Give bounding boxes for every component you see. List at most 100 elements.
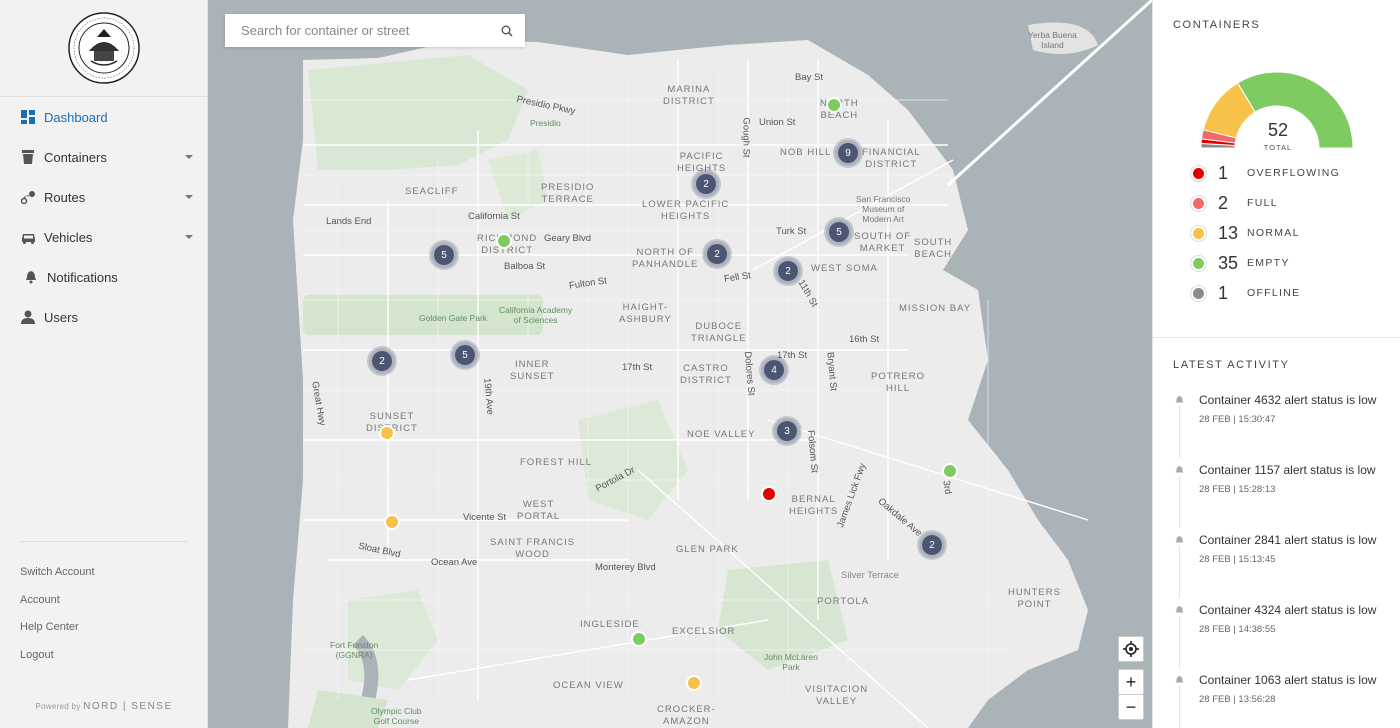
district-label: CROCKER- AMAZON xyxy=(657,704,716,727)
nav-containers[interactable]: Containers xyxy=(0,137,207,177)
container-marker-normal[interactable] xyxy=(686,675,702,691)
nav-label-dashboard: Dashboard xyxy=(44,109,108,125)
legend-overflowing[interactable]: 1 OVERFLOWING xyxy=(1191,158,1340,188)
legend-empty[interactable]: 35 EMPTY xyxy=(1191,248,1340,278)
chevron-down-icon[interactable] xyxy=(185,195,193,199)
right-panel: CONTAINERS 52 TOTAL 1 OVERFLOWING 2 FULL… xyxy=(1152,0,1400,728)
account-link[interactable]: Account xyxy=(20,590,95,618)
search-input[interactable] xyxy=(225,23,485,38)
legend-label: OFFLINE xyxy=(1247,287,1301,299)
minus-icon: − xyxy=(1125,696,1137,717)
logout-link[interactable]: Logout xyxy=(20,645,95,673)
chevron-down-icon[interactable] xyxy=(185,235,193,239)
activity-item[interactable]: Container 4632 alert status is low 28 FE… xyxy=(1173,392,1388,462)
activity-item[interactable]: Container 4324 alert status is low 28 FE… xyxy=(1173,602,1388,672)
activity-item[interactable]: Container 1157 alert status is low 28 FE… xyxy=(1173,462,1388,532)
container-cluster-marker[interactable]: 2 xyxy=(369,348,395,374)
container-marker-empty[interactable] xyxy=(942,463,958,479)
street-label: California St xyxy=(468,211,520,222)
map-search-box xyxy=(225,14,525,47)
locate-me-button[interactable] xyxy=(1118,636,1144,662)
legend-count: 1 xyxy=(1218,282,1229,303)
district-label: FINANCIAL DISTRICT xyxy=(862,147,921,170)
container-cluster-marker[interactable]: 4 xyxy=(761,357,787,383)
street-label: Lands End xyxy=(326,216,372,227)
containers-title: CONTAINERS xyxy=(1173,19,1261,31)
container-marker-overflowing[interactable] xyxy=(761,486,777,502)
total-label: TOTAL xyxy=(1263,143,1293,152)
zoom-out-button[interactable]: − xyxy=(1118,694,1144,720)
legend-normal[interactable]: 13 NORMAL xyxy=(1191,218,1340,248)
alert-bell-icon xyxy=(1175,466,1184,473)
user-icon xyxy=(20,309,36,325)
alert-bell-icon xyxy=(1175,676,1184,683)
timeline-line xyxy=(1179,686,1180,728)
legend-full[interactable]: 2 FULL xyxy=(1191,188,1340,218)
timeline-line xyxy=(1179,546,1180,598)
street-label: Silver Terrace xyxy=(841,570,899,581)
status-dot xyxy=(1191,285,1206,301)
container-cluster-marker[interactable]: 2 xyxy=(919,532,945,558)
district-label: MISSION BAY xyxy=(899,303,972,314)
map-view[interactable]: MARINADISTRICT NORTHBEACH NOB HILL FINAN… xyxy=(208,0,1152,728)
activity-time: 28 FEB | 15:28:13 xyxy=(1199,484,1276,495)
district-label: DUBOCE TRIANGLE xyxy=(691,321,747,344)
activity-item[interactable]: Container 1063 alert status is low 28 FE… xyxy=(1173,672,1388,728)
container-cluster-marker[interactable]: 9 xyxy=(835,140,861,166)
container-cluster-marker[interactable]: 5 xyxy=(431,242,457,268)
park-label: Olympic Club Golf Course xyxy=(371,706,422,726)
container-marker-empty[interactable] xyxy=(631,631,647,647)
container-cluster-marker[interactable]: 5 xyxy=(826,219,852,245)
timeline-line xyxy=(1179,616,1180,668)
container-marker-empty[interactable] xyxy=(496,233,512,249)
status-dot xyxy=(1191,225,1206,241)
zoom-in-button[interactable]: + xyxy=(1118,669,1144,695)
nav-label-users: Users xyxy=(44,309,78,325)
container-cluster-marker[interactable]: 3 xyxy=(774,418,800,444)
crosshair-icon xyxy=(1123,641,1139,657)
district-label: PORTOLA xyxy=(817,596,870,607)
park-label: Golden Gate Park xyxy=(419,313,488,323)
search-icon[interactable] xyxy=(501,24,513,42)
district-label: NOE VALLEY xyxy=(687,429,756,440)
help-center-link[interactable]: Help Center xyxy=(20,617,95,645)
container-cluster-marker[interactable]: 2 xyxy=(693,171,719,197)
district-label: SOUTH OF MARKET xyxy=(854,231,912,254)
district-label: GLEN PARK xyxy=(676,544,739,555)
alert-bell-icon xyxy=(1175,536,1184,543)
district-label: NOB HILL xyxy=(780,147,832,158)
nav-notifications[interactable]: Notifications xyxy=(0,257,207,297)
container-icon xyxy=(20,149,36,165)
district-label: NORTH OF PANHANDLE xyxy=(632,247,699,270)
legend-count: 35 xyxy=(1218,252,1239,273)
route-icon xyxy=(20,189,36,205)
logo-area xyxy=(0,0,207,97)
container-cluster-marker[interactable]: 5 xyxy=(452,342,478,368)
activity-list: Container 4632 alert status is low 28 FE… xyxy=(1173,392,1388,728)
powered-by-text: Powered by xyxy=(35,702,81,711)
district-label: SAINT FRANCIS WOOD xyxy=(490,537,576,560)
container-marker-normal[interactable] xyxy=(384,514,400,530)
legend-offline[interactable]: 1 OFFLINE xyxy=(1191,278,1340,308)
activity-item[interactable]: Container 2841 alert status is low 28 FE… xyxy=(1173,532,1388,602)
switch-account-link[interactable]: Switch Account xyxy=(20,562,95,590)
legend-label: FULL xyxy=(1247,197,1278,209)
park-label: John McLaren Park xyxy=(764,652,818,672)
district-label: SEACLIFF xyxy=(405,186,459,197)
street-label: 16th St xyxy=(849,334,880,345)
nav-users[interactable]: Users xyxy=(0,297,207,337)
chevron-down-icon[interactable] xyxy=(185,155,193,159)
sidebar: Dashboard Containers Routes Vehicles Not… xyxy=(0,0,208,728)
nav-dashboard[interactable]: Dashboard xyxy=(0,97,207,137)
park-label: California Academy of Sciences xyxy=(499,305,573,325)
activity-text: Container 1157 alert status is low xyxy=(1199,463,1376,477)
nav-routes[interactable]: Routes xyxy=(0,177,207,217)
container-cluster-marker[interactable]: 2 xyxy=(704,241,730,267)
district-label: EXCELSIOR xyxy=(672,626,736,637)
nav-vehicles[interactable]: Vehicles xyxy=(0,217,207,257)
activity-text: Container 1063 alert status is low xyxy=(1199,673,1377,687)
city-seal-logo xyxy=(67,12,140,84)
container-cluster-marker[interactable]: 2 xyxy=(775,258,801,284)
container-marker-empty[interactable] xyxy=(826,97,842,113)
container-marker-normal[interactable] xyxy=(379,425,395,441)
